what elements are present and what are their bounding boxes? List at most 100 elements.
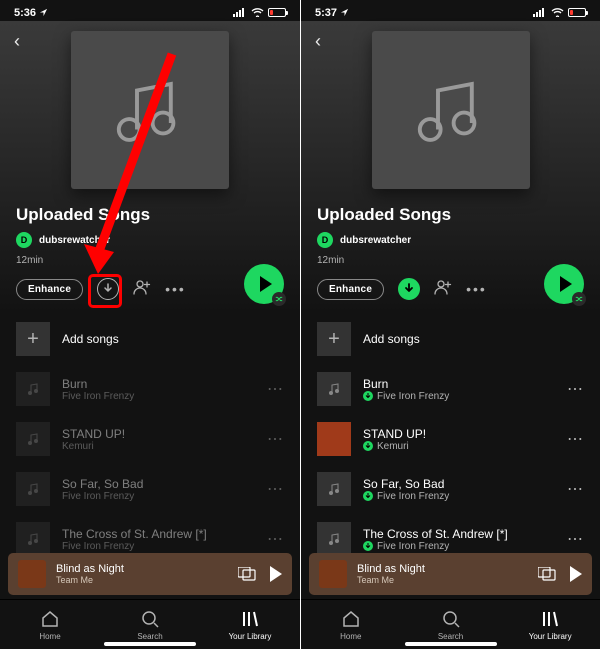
tab-home[interactable]: Home bbox=[301, 600, 401, 649]
track-row[interactable]: STAND UP! Kemuri ⋯ bbox=[301, 414, 600, 464]
screenshot-right: 5:37 ‹ Uploaded Songs D dubsrewatcher 12… bbox=[300, 0, 600, 649]
search-icon bbox=[441, 609, 461, 629]
add-songs-label: Add songs bbox=[363, 332, 584, 346]
track-title: So Far, So Bad bbox=[62, 477, 255, 491]
owner-name: dubsrewatcher bbox=[39, 235, 110, 246]
now-playing-play-button[interactable] bbox=[270, 566, 282, 582]
now-playing-artist: Team Me bbox=[56, 575, 228, 585]
now-playing-bar[interactable]: Blind as Night Team Me bbox=[8, 553, 292, 595]
now-playing-play-button[interactable] bbox=[570, 566, 582, 582]
track-art bbox=[16, 472, 50, 506]
tab-label: Search bbox=[137, 632, 162, 641]
add-songs-label: Add songs bbox=[62, 332, 284, 346]
enhance-button[interactable]: Enhance bbox=[317, 279, 384, 300]
shuffle-toggle[interactable] bbox=[272, 292, 286, 306]
playlist-title: Uploaded Songs bbox=[317, 205, 584, 225]
track-title: STAND UP! bbox=[62, 427, 255, 441]
home-icon bbox=[40, 609, 60, 629]
battery-icon bbox=[568, 8, 586, 17]
signal-icon bbox=[533, 8, 547, 17]
track-more-button[interactable]: ⋯ bbox=[267, 479, 284, 499]
track-artist: Five Iron Frenzy bbox=[377, 491, 449, 502]
track-artist: Kemuri bbox=[377, 441, 409, 452]
track-more-button[interactable]: ⋯ bbox=[567, 479, 584, 499]
plus-icon: + bbox=[16, 322, 50, 356]
add-songs-row[interactable]: + Add songs bbox=[0, 314, 300, 364]
track-art bbox=[317, 522, 351, 553]
playlist-title: Uploaded Songs bbox=[16, 205, 284, 225]
status-bar: 5:37 bbox=[301, 0, 600, 21]
tab-label: Search bbox=[438, 632, 463, 641]
tab-label: Your Library bbox=[529, 632, 572, 641]
location-icon bbox=[340, 8, 349, 17]
track-more-button[interactable]: ⋯ bbox=[567, 429, 584, 449]
track-title: So Far, So Bad bbox=[363, 477, 555, 491]
track-row[interactable]: The Cross of St. Andrew [*] Five Iron Fr… bbox=[301, 514, 600, 553]
downloaded-icon bbox=[363, 441, 373, 451]
tab-label: Home bbox=[340, 632, 361, 641]
owner-row[interactable]: D dubsrewatcher bbox=[317, 232, 584, 248]
downloaded-icon bbox=[363, 541, 373, 551]
action-row: Enhance ••• bbox=[16, 278, 284, 314]
now-playing-bar[interactable]: Blind as Night Team Me bbox=[309, 553, 592, 595]
tab-home[interactable]: Home bbox=[0, 600, 100, 649]
home-indicator[interactable] bbox=[104, 642, 196, 646]
downloaded-icon bbox=[363, 491, 373, 501]
playlist-header: ‹ Uploaded Songs D dubsrewatcher 12min E… bbox=[301, 21, 600, 314]
now-playing-art bbox=[319, 560, 347, 588]
cast-icon[interactable] bbox=[238, 567, 256, 581]
add-user-button[interactable] bbox=[434, 279, 452, 300]
track-more-button[interactable]: ⋯ bbox=[267, 529, 284, 549]
battery-icon bbox=[268, 8, 286, 17]
track-row[interactable]: Burn Five Iron Frenzy ⋯ bbox=[301, 364, 600, 414]
shuffle-icon bbox=[275, 295, 283, 303]
owner-avatar: D bbox=[317, 232, 333, 248]
plus-icon: + bbox=[317, 322, 351, 356]
playlist-cover bbox=[71, 31, 229, 189]
home-indicator[interactable] bbox=[405, 642, 497, 646]
track-row[interactable]: So Far, So Bad Five Iron Frenzy ⋯ bbox=[301, 464, 600, 514]
screenshot-left: 5:36 ‹ Uploaded Songs D dubsrewatcher 12… bbox=[0, 0, 300, 649]
track-art bbox=[317, 372, 351, 406]
wifi-icon bbox=[251, 8, 264, 17]
shuffle-icon bbox=[575, 295, 583, 303]
track-row[interactable]: STAND UP! Kemuri ⋯ bbox=[0, 414, 300, 464]
track-more-button[interactable]: ⋯ bbox=[567, 529, 584, 549]
cast-icon[interactable] bbox=[538, 567, 556, 581]
download-icon bbox=[403, 283, 415, 295]
now-playing-title: Blind as Night bbox=[56, 563, 228, 575]
track-art bbox=[16, 372, 50, 406]
add-user-icon bbox=[434, 279, 452, 295]
track-art bbox=[16, 522, 50, 553]
track-artist: Kemuri bbox=[62, 441, 255, 452]
track-title: The Cross of St. Andrew [*] bbox=[363, 527, 555, 541]
add-songs-row[interactable]: + Add songs bbox=[301, 314, 600, 364]
track-row[interactable]: The Cross of St. Andrew [*] Five Iron Fr… bbox=[0, 514, 300, 553]
tab-library[interactable]: Your Library bbox=[200, 600, 300, 649]
track-more-button[interactable]: ⋯ bbox=[267, 379, 284, 399]
playlist-header: ‹ Uploaded Songs D dubsrewatcher 12min E… bbox=[0, 21, 300, 314]
track-more-button[interactable]: ⋯ bbox=[567, 379, 584, 399]
shuffle-toggle[interactable] bbox=[572, 292, 586, 306]
owner-avatar: D bbox=[16, 232, 32, 248]
more-options-button[interactable]: ••• bbox=[165, 281, 186, 297]
add-user-button[interactable] bbox=[133, 279, 151, 300]
enhance-button[interactable]: Enhance bbox=[16, 279, 83, 300]
download-button[interactable] bbox=[398, 278, 420, 300]
tab-library[interactable]: Your Library bbox=[500, 600, 600, 649]
tab-label: Your Library bbox=[229, 632, 272, 641]
add-user-icon bbox=[133, 279, 151, 295]
back-button[interactable]: ‹ bbox=[315, 31, 321, 52]
track-row[interactable]: Burn Five Iron Frenzy ⋯ bbox=[0, 364, 300, 414]
location-icon bbox=[39, 8, 48, 17]
track-more-button[interactable]: ⋯ bbox=[267, 429, 284, 449]
owner-row[interactable]: D dubsrewatcher bbox=[16, 232, 284, 248]
track-artist: Five Iron Frenzy bbox=[62, 541, 255, 552]
back-button[interactable]: ‹ bbox=[14, 31, 20, 52]
more-options-button[interactable]: ••• bbox=[466, 281, 487, 297]
owner-name: dubsrewatcher bbox=[340, 235, 411, 246]
track-row[interactable]: So Far, So Bad Five Iron Frenzy ⋯ bbox=[0, 464, 300, 514]
music-note-icon bbox=[412, 71, 490, 149]
downloaded-icon bbox=[363, 391, 373, 401]
track-art bbox=[16, 422, 50, 456]
